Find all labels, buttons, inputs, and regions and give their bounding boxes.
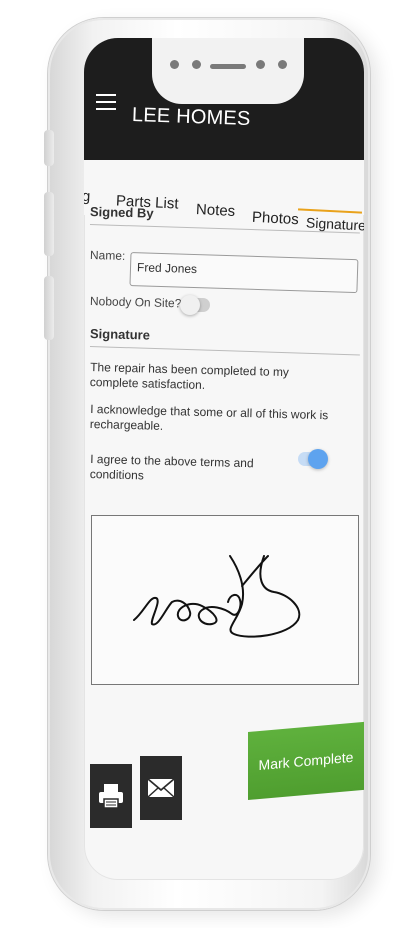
envelope-icon xyxy=(147,778,175,798)
nobody-on-site-toggle[interactable] xyxy=(180,295,210,315)
printer-icon xyxy=(99,784,123,809)
agree-terms-label: I agree to the above terms and condition… xyxy=(89,452,254,483)
section-divider xyxy=(89,346,360,356)
signature-pad[interactable] xyxy=(91,515,359,685)
agree-terms-toggle[interactable] xyxy=(298,449,328,469)
signature-drawing xyxy=(133,555,301,638)
rechargeable-statement: I acknowledge that some or all of this w… xyxy=(89,402,329,433)
satisfaction-statement: The repair has been completed to my comp… xyxy=(89,360,290,393)
nobody-on-site-label: Nobody On Site?: xyxy=(89,294,185,311)
signature-heading: Signature xyxy=(89,326,151,343)
mark-complete-button[interactable]: Mark Complete xyxy=(248,721,364,800)
app-screen: LEE HOMES g Parts List Notes Photos Sign… xyxy=(84,38,364,880)
mark-complete-label: Mark Complete xyxy=(258,748,354,774)
name-label: Name: xyxy=(89,248,126,263)
signed-by-heading: Signed By xyxy=(89,204,154,221)
phone-side-button xyxy=(44,130,54,166)
phone-volume-up xyxy=(44,192,54,256)
name-field[interactable]: Fred Jones xyxy=(129,252,359,294)
print-button[interactable] xyxy=(90,764,132,828)
signature-form: Signed By Name: Fred Jones Nobody On Sit… xyxy=(84,38,364,880)
phone-volume-down xyxy=(44,276,54,340)
section-divider xyxy=(89,224,360,234)
email-button[interactable] xyxy=(140,756,182,820)
